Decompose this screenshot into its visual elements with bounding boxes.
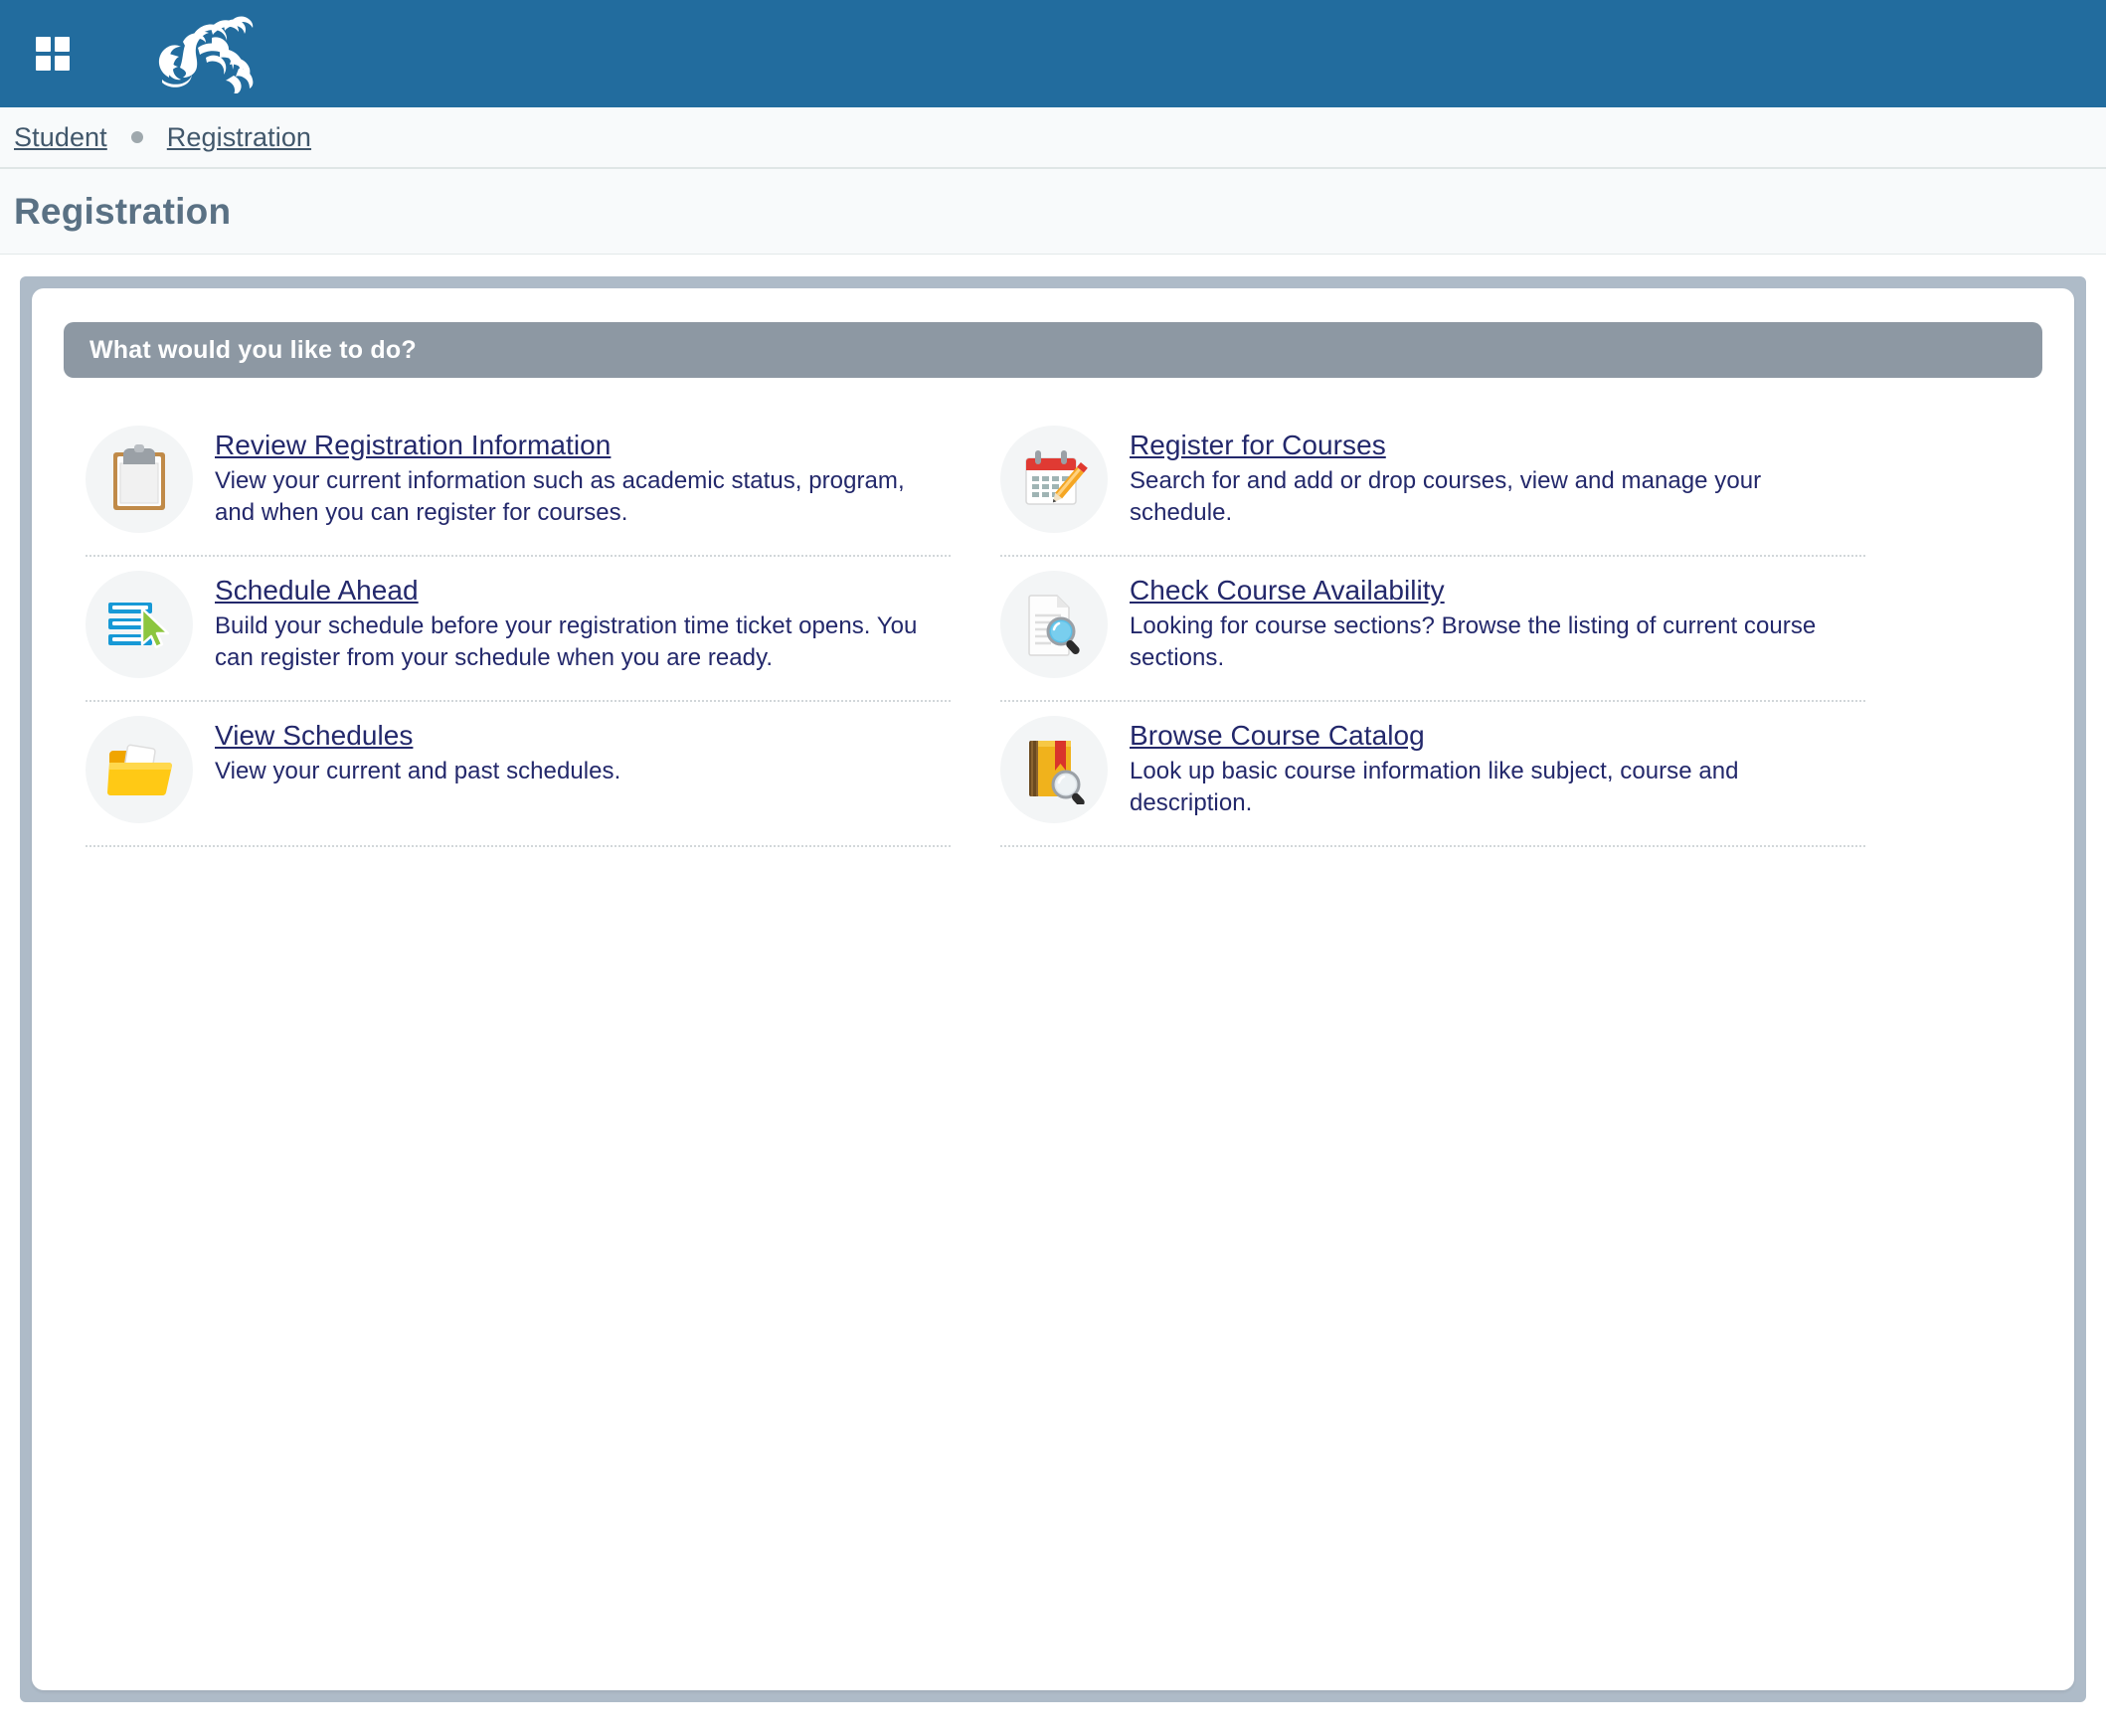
card-description: Search for and add or drop courses, view… [1130,467,1762,526]
grid-cell [36,37,51,52]
clipboard-icon [86,426,193,533]
schedule-bars-cursor-icon [86,571,193,678]
content-panel: What would you like to do? Review Regist… [32,288,2074,1690]
document-magnifier-icon [1000,571,1108,678]
breadcrumb: Student Registration [0,107,2106,169]
card-description: Look up basic course information like su… [1130,758,1739,816]
card-title[interactable]: View Schedules [215,720,413,752]
folder-icon [86,716,193,823]
card-title[interactable]: Register for Courses [1130,430,1386,461]
card-body: Register for Courses Search for and add … [1130,426,1865,528]
calendar-pencil-icon [1000,426,1108,533]
card-description: Build your schedule before your registra… [215,612,918,671]
card-schedule-ahead[interactable]: Schedule Ahead Build your schedule befor… [86,557,951,702]
card-check-course-availability[interactable]: Check Course Availability Looking for co… [1000,557,1865,702]
card-body: Schedule Ahead Build your schedule befor… [215,571,951,673]
card-description: View your current and past schedules. [215,758,621,785]
card-description: Looking for course sections? Browse the … [1130,612,1817,671]
card-body: Check Course Availability Looking for co… [1130,571,1865,673]
breadcrumb-item-student[interactable]: Student [14,122,107,153]
content-frame: What would you like to do? Review Regist… [20,276,2086,1702]
dragon-logo[interactable] [131,13,280,94]
action-cards-grid: Review Registration Information View you… [64,412,2042,847]
card-body: Browse Course Catalog Look up basic cour… [1130,716,1865,818]
grid-menu-icon[interactable] [36,37,70,71]
card-view-schedules[interactable]: View Schedules View your current and pas… [86,702,951,847]
card-register-for-courses[interactable]: Register for Courses Search for and add … [1000,412,1865,557]
card-title[interactable]: Schedule Ahead [215,575,419,607]
card-browse-course-catalog[interactable]: Browse Course Catalog Look up basic cour… [1000,702,1865,847]
card-title[interactable]: Browse Course Catalog [1130,720,1425,752]
section-header: What would you like to do? [64,322,2042,378]
card-title[interactable]: Check Course Availability [1130,575,1445,607]
card-description: View your current information such as ac… [215,467,905,526]
book-magnifier-icon [1000,716,1108,823]
section-header-label: What would you like to do? [89,335,417,364]
card-review-registration-information[interactable]: Review Registration Information View you… [86,412,951,557]
grid-cell [55,56,70,71]
app-header [0,0,2106,107]
card-body: Review Registration Information View you… [215,426,951,528]
card-title[interactable]: Review Registration Information [215,430,611,461]
page-title-bar: Registration [0,169,2106,255]
page-title: Registration [14,190,232,232]
card-body: View Schedules View your current and pas… [215,716,951,787]
dot-separator-icon [130,131,143,143]
grid-cell [55,37,70,52]
breadcrumb-item-registration[interactable]: Registration [167,122,311,153]
grid-cell [36,56,51,71]
